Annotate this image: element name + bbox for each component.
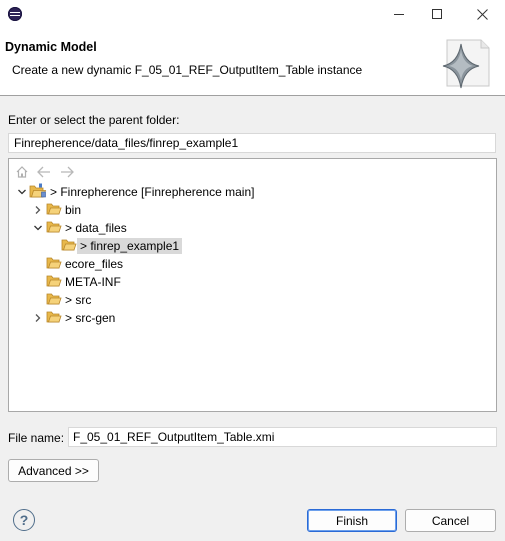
- back-arrow-icon[interactable]: [36, 164, 52, 180]
- folder-icon: [46, 220, 62, 237]
- cancel-button[interactable]: Cancel: [405, 509, 496, 532]
- tree-item-label: > finrep_example1: [77, 238, 183, 254]
- tree-item-finrep-example1[interactable]: > finrep_example1: [61, 237, 183, 255]
- folder-icon: [46, 310, 62, 327]
- tree-item-src-gen[interactable]: > src-gen: [46, 309, 118, 327]
- project-folder-icon: [29, 183, 47, 202]
- finish-button[interactable]: Finish: [307, 509, 397, 532]
- close-icon[interactable]: [459, 2, 505, 26]
- home-icon[interactable]: [14, 164, 30, 180]
- maximize-icon[interactable]: [414, 2, 460, 26]
- tree-item-ecore-files[interactable]: ecore_files: [46, 255, 126, 273]
- folder-icon: [46, 202, 62, 219]
- tree-item-label: bin: [65, 203, 82, 217]
- forward-arrow-icon[interactable]: [59, 164, 75, 180]
- page-description: Create a new dynamic F_05_01_REF_OutputI…: [12, 63, 363, 77]
- tree-item-label: > src-gen: [65, 311, 116, 325]
- tree-item-label: META-INF: [65, 275, 121, 289]
- folder-icon: [61, 238, 77, 255]
- chevron-right-icon[interactable]: [33, 313, 43, 323]
- eclipse-icon: [8, 7, 22, 21]
- tree-item-label: > data_files: [65, 221, 127, 235]
- file-name-input[interactable]: F_05_01_REF_OutputItem_Table.xmi: [68, 427, 497, 447]
- help-icon[interactable]: ?: [13, 509, 35, 531]
- chevron-down-icon[interactable]: [33, 223, 43, 233]
- wizard-banner: Dynamic Model Create a new dynamic F_05_…: [0, 28, 505, 96]
- tree-item-meta-inf[interactable]: META-INF: [46, 273, 124, 291]
- folder-icon: [46, 274, 62, 291]
- folder-icon: [46, 256, 62, 273]
- tree-item-label: > Finrepherence [Finrepherence main]: [50, 185, 255, 199]
- tree-item-bin[interactable]: bin: [46, 201, 84, 219]
- folder-icon: [46, 292, 62, 309]
- title-bar: [0, 0, 505, 28]
- chevron-right-icon[interactable]: [33, 205, 43, 215]
- parent-folder-label: Enter or select the parent folder:: [8, 113, 180, 127]
- file-name-label: File name:: [8, 431, 65, 445]
- parent-folder-input[interactable]: Finrepherence/data_files/finrep_example1: [8, 133, 496, 153]
- tree-item-data-files[interactable]: > data_files: [46, 219, 130, 237]
- folder-tree[interactable]: > Finrepherence [Finrepherence main] bin…: [8, 158, 497, 412]
- wizard-banner-sparkle-icon: [433, 36, 495, 92]
- tree-item-project[interactable]: > Finrepherence [Finrepherence main]: [29, 183, 257, 201]
- tree-item-label: > src: [65, 293, 92, 307]
- tree-item-label: ecore_files: [65, 257, 124, 271]
- advanced-button[interactable]: Advanced >>: [8, 459, 99, 482]
- page-title: Dynamic Model: [5, 40, 97, 54]
- chevron-down-icon[interactable]: [17, 187, 27, 197]
- tree-item-src[interactable]: > src: [46, 291, 94, 309]
